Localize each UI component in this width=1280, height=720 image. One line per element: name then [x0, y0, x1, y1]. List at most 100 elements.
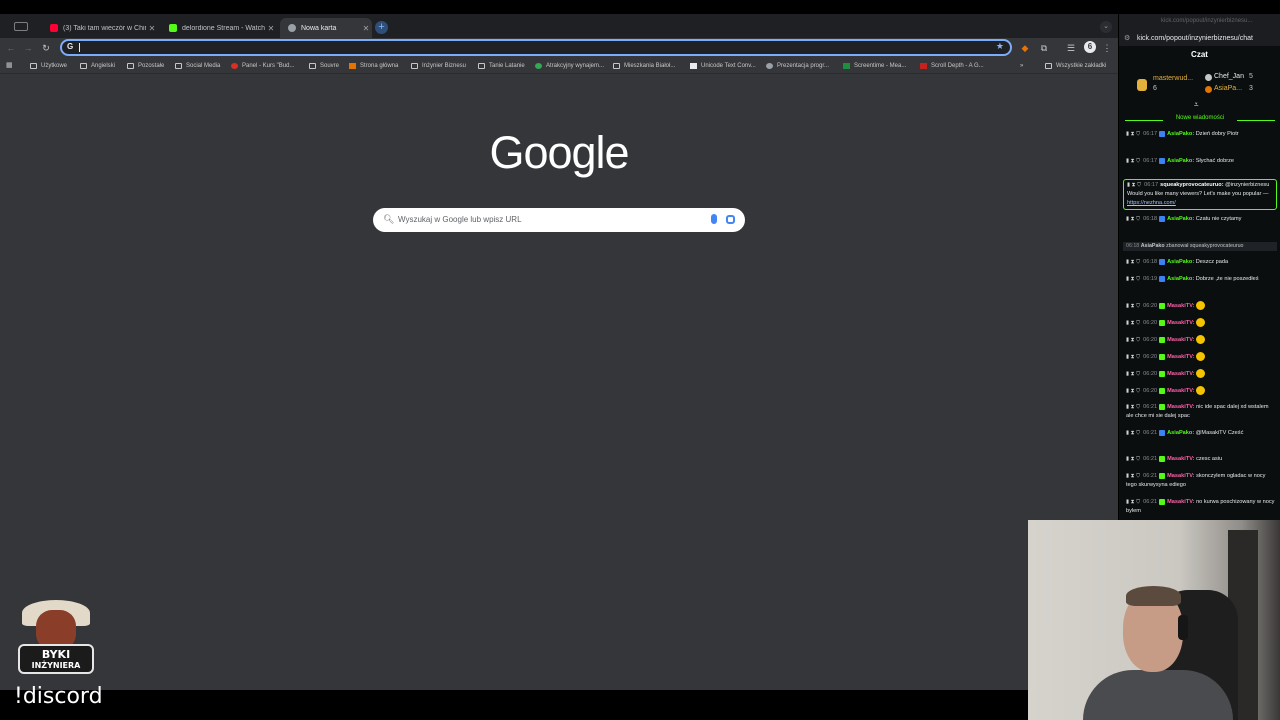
chat-message[interactable]: ▮ ⧗ ⛉ 06:20 MasakiTV:: [1126, 369, 1276, 379]
bookmark-item[interactable]: Screentime - Mea...: [843, 60, 906, 72]
chat-message[interactable]: ▮ ⧗ ⛉ 06:20 MasakiTV:: [1126, 352, 1276, 362]
bookmark-item[interactable]: Mieszkania Białoł...: [613, 60, 675, 72]
microphone-icon[interactable]: [711, 214, 717, 224]
close-tab-icon[interactable]: ✕: [146, 24, 158, 33]
message-username[interactable]: AsiaPako:: [1167, 216, 1196, 222]
chat-message[interactable]: ▮ ⧗ ⛉ 06:21 MasakiTV: czesc asiu: [1126, 455, 1276, 464]
tab-new-tab[interactable]: Nowa karta ✕: [280, 18, 372, 38]
mod-actions-icon[interactable]: ▮ ⧗ ⛉: [1126, 473, 1140, 479]
bookmark-item[interactable]: Angielski: [80, 60, 115, 72]
menu-icon[interactable]: ⋮: [1100, 41, 1114, 55]
chat-message[interactable]: ▮ ⧗ ⛉ 06:20 MasakiTV:: [1126, 318, 1276, 328]
tab-overview-icon[interactable]: [14, 22, 28, 31]
message-username[interactable]: AsiaPako:: [1167, 158, 1196, 164]
message-username[interactable]: AsiaPako:: [1167, 131, 1196, 137]
reload-icon[interactable]: ↻: [39, 41, 53, 55]
back-icon[interactable]: ←: [4, 41, 18, 55]
address-bar[interactable]: G ★: [60, 39, 1012, 56]
profile-avatar[interactable]: 6: [1084, 41, 1096, 53]
mod-actions-icon[interactable]: ▮ ⧗ ⛉: [1126, 456, 1140, 462]
chat-message[interactable]: ▮ ⧗ ⛉ 06:20 MasakiTV:: [1126, 335, 1276, 345]
reading-list-icon[interactable]: ☰: [1064, 41, 1078, 55]
mod-actions-icon[interactable]: ▮ ⧗ ⛉: [1126, 499, 1140, 505]
message-username[interactable]: MasakiTV:: [1167, 404, 1196, 410]
extension-icon[interactable]: ◆: [1018, 41, 1032, 55]
message-username[interactable]: MasakiTV:: [1167, 499, 1196, 505]
chat-message[interactable]: ▮ ⧗ ⛉ 06:19 AsiaPako: Dobrze ,że nie posze…: [1126, 275, 1276, 284]
mod-actions-icon[interactable]: ▮ ⧗ ⛉: [1126, 354, 1140, 360]
message-username[interactable]: AsiaPako:: [1167, 276, 1196, 282]
user-badge-icon: [1159, 387, 1166, 394]
mod-actions-icon[interactable]: ▮ ⧗ ⛉: [1127, 182, 1141, 188]
forward-icon[interactable]: →: [21, 41, 35, 55]
mod-actions-icon[interactable]: ▮ ⧗ ⛉: [1126, 404, 1140, 410]
message-username[interactable]: squeakyprovocateuruo:: [1160, 182, 1225, 188]
mod-actions-icon[interactable]: ▮ ⧗ ⛉: [1126, 259, 1140, 265]
chat-message[interactable]: ▮ ⧗ ⛉ 06:21 MasakiTV: nic ide spac dalej x…: [1126, 403, 1276, 421]
mod-actions-icon[interactable]: ▮ ⧗ ⛉: [1126, 131, 1140, 137]
mod-actions-icon[interactable]: ▮ ⧗ ⛉: [1126, 303, 1140, 309]
leader-name[interactable]: masterwud...: [1153, 75, 1193, 82]
google-search-box[interactable]: 🔍︎ Wyszukaj w Google lub wpisz URL: [373, 208, 745, 232]
chat-message[interactable]: ▮ ⧗ ⛉ 06:20 MasakiTV:: [1126, 301, 1276, 311]
tab-search-icon[interactable]: ⌄: [1100, 21, 1112, 33]
tab-kick[interactable]: delordione Stream - Watch Live ✕: [161, 18, 277, 38]
chat-message[interactable]: ▮ ⧗ ⛉ 06:17 squeakyprovocateuruo: @inzynie…: [1123, 179, 1277, 210]
chat-message[interactable]: ▮ ⧗ ⛉ 06:18 AsiaPako: Deszcz pada: [1126, 258, 1276, 267]
bookmark-item[interactable]: Atrakcyjny wynajem...: [535, 60, 604, 72]
apps-grid-icon[interactable]: ▦: [6, 62, 14, 70]
chat-message[interactable]: ▮ ⧗ ⛉ 06:17 AsiaPako: Dzień dobry Piotr: [1126, 130, 1276, 139]
bookmark-item[interactable]: Scroll Depth - A G...: [920, 60, 984, 72]
chat-url-bar[interactable]: ⚙ kick.com/popout/inzynierbiznesu/chat: [1119, 32, 1280, 46]
bookmark-item[interactable]: Tanie Latanie: [478, 60, 525, 72]
all-bookmarks[interactable]: Wszystkie zakładki: [1045, 60, 1106, 72]
new-tab-button[interactable]: +: [375, 21, 388, 34]
tab-youtube[interactable]: (3) Taki tam wieczór w Chinach ✕: [42, 18, 158, 38]
message-username[interactable]: MasakiTV:: [1167, 354, 1196, 360]
mod-actions-icon[interactable]: ▮ ⧗ ⛉: [1126, 371, 1140, 377]
message-username[interactable]: MasakiTV:: [1167, 337, 1196, 343]
mod-actions-icon[interactable]: ▮ ⧗ ⛉: [1126, 337, 1140, 343]
message-username[interactable]: AsiaPako:: [1167, 259, 1196, 265]
bookmark-item[interactable]: Social Media: [175, 60, 220, 72]
chat-message[interactable]: ▮ ⧗ ⛉ 06:18 AsiaPako: Czatu nie czytamy: [1126, 215, 1276, 224]
chat-message[interactable]: ▮ ⧗ ⛉ 06:21 AsiaPako: @MasakiTV Cześć: [1126, 429, 1276, 438]
close-tab-icon[interactable]: ✕: [360, 24, 372, 33]
message-username[interactable]: MasakiTV:: [1167, 388, 1196, 394]
bookmark-item[interactable]: Strona główna: [349, 60, 398, 72]
leader-name[interactable]: Chef_Jan: [1214, 73, 1244, 80]
bookmark-item[interactable]: Panel - Kurs "Bud...: [231, 60, 295, 72]
bookmark-item[interactable]: Unicode Text Conv...: [690, 60, 756, 72]
leader-name[interactable]: AsiaPa...: [1214, 85, 1242, 92]
bookmark-star-icon[interactable]: ★: [996, 41, 1004, 52]
mod-actions-icon[interactable]: ▮ ⧗ ⛉: [1126, 388, 1140, 394]
mod-actions-icon[interactable]: ▮ ⧗ ⛉: [1126, 320, 1140, 326]
mod-actions-icon[interactable]: ▮ ⧗ ⛉: [1126, 158, 1140, 164]
expand-icon[interactable]: ⩡: [1194, 100, 1199, 110]
message-username[interactable]: MasakiTV:: [1167, 303, 1196, 309]
message-link[interactable]: https://nezhna.com/: [1127, 200, 1176, 206]
message-username[interactable]: MasakiTV:: [1167, 320, 1196, 326]
bookmark-item[interactable]: Prezentacja progr...: [766, 60, 829, 72]
user-badge-icon: [1159, 157, 1166, 164]
chat-message[interactable]: ▮ ⧗ ⛉ 06:20 MasakiTV:: [1126, 386, 1276, 396]
chat-message[interactable]: ▮ ⧗ ⛉ 06:21 MasakiTV: skonczylem ogladac w…: [1126, 472, 1276, 490]
message-username[interactable]: MasakiTV:: [1167, 371, 1196, 377]
message-username[interactable]: MasakiTV:: [1167, 473, 1196, 479]
bookmark-item[interactable]: Pozostałe: [127, 60, 164, 72]
mod-actions-icon[interactable]: ▮ ⧗ ⛉: [1126, 276, 1140, 282]
more-bookmarks-icon[interactable]: »: [1020, 60, 1023, 72]
bookmark-item[interactable]: Inżynier Biznesu: [411, 60, 466, 72]
mod-actions-icon[interactable]: ▮ ⧗ ⛉: [1126, 216, 1140, 222]
extensions-puzzle-icon[interactable]: ⧉: [1037, 41, 1051, 55]
bookmark-item[interactable]: Użytkowe: [30, 60, 67, 72]
chat-message[interactable]: ▮ ⧗ ⛉ 06:17 AsiaPako: Słychać dobrze: [1126, 157, 1276, 166]
mod-actions-icon[interactable]: ▮ ⧗ ⛉: [1126, 430, 1140, 436]
bookmark-item[interactable]: Souvre: [309, 60, 339, 72]
close-tab-icon[interactable]: ✕: [265, 24, 277, 33]
message-username[interactable]: AsiaPako:: [1167, 430, 1196, 436]
site-settings-icon[interactable]: ⚙: [1124, 34, 1130, 42]
message-username[interactable]: MasakiTV:: [1167, 456, 1196, 462]
chat-message[interactable]: ▮ ⧗ ⛉ 06:21 MasakiTV: no kurwa poschizowan…: [1126, 498, 1276, 516]
google-lens-icon[interactable]: [726, 215, 735, 224]
